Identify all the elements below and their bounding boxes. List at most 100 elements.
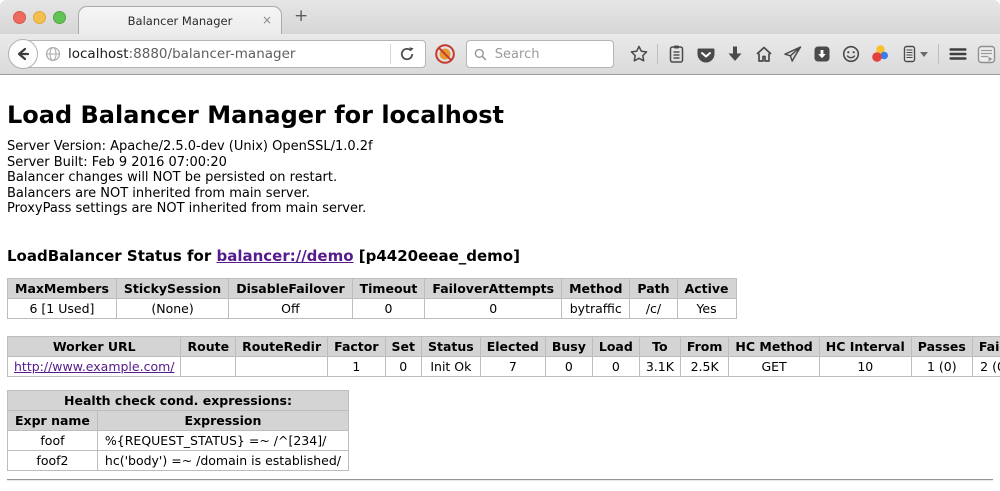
cell-expression: %{REQUEST_STATUS} =~ /^[234]/ (97, 430, 348, 450)
column-header: Active (677, 278, 736, 298)
title-bar: Balancer Manager × + (0, 0, 1000, 34)
balancer-status-heading: LoadBalancer Status for balancer://demo … (7, 247, 993, 265)
balancer-demo-link[interactable]: balancer://demo (216, 247, 353, 265)
passwords-icon (901, 44, 918, 64)
cell-from: 2.5K (680, 356, 729, 376)
back-button[interactable] (8, 39, 38, 69)
pocket-icon (696, 45, 716, 64)
reload-icon (399, 46, 415, 62)
navigation-toolbar: localhost:8880/balancer-manager (0, 34, 1000, 75)
health-table-title: Health check cond. expressions: (8, 390, 349, 410)
worker-url-link[interactable]: http://www.example.com/ (14, 359, 174, 374)
inherit-note-line: Balancers are NOT inherited from main se… (7, 186, 993, 202)
pocket-button[interactable] (691, 39, 720, 69)
url-bar[interactable]: localhost:8880/balancer-manager (22, 40, 426, 68)
download-icon (725, 44, 745, 64)
column-header: Expr name (8, 410, 98, 430)
search-icon (474, 47, 487, 62)
zoom-window-button[interactable] (53, 11, 66, 24)
column-header: Expression (97, 410, 348, 430)
cell-failoverattempts: 0 (425, 298, 562, 318)
tab-groups-button[interactable] (972, 39, 1000, 69)
separator (7, 479, 993, 481)
table-header-row: Expr name Expression (8, 410, 349, 430)
feedback-smiley-button[interactable] (836, 39, 865, 69)
column-header: HC Method (729, 336, 819, 356)
table-row: http://www.example.com/ 1 0 Init Ok 7 0 … (8, 356, 1000, 376)
worker-status-table: Worker URL Route RouteRedir Factor Set S… (7, 336, 1000, 377)
persist-note-line: Balancer changes will NOT be persisted o… (7, 170, 993, 186)
cell-to: 3.1K (639, 356, 680, 376)
cell-route (181, 356, 236, 376)
search-input[interactable] (493, 46, 606, 63)
column-header: HC Interval (819, 336, 911, 356)
colored-dots-addon-button[interactable] (865, 39, 894, 69)
cell-elected: 7 (480, 356, 545, 376)
url-path: :8880/balancer-manager (129, 46, 296, 62)
home-icon (754, 44, 774, 64)
url-text[interactable]: localhost:8880/balancer-manager (68, 46, 295, 62)
new-tab-button[interactable]: + (294, 8, 308, 25)
table-row: foof %{REQUEST_STATUS} =~ /^[234]/ (8, 430, 349, 450)
toolbar-divider (938, 44, 939, 64)
column-header: Load (592, 336, 639, 356)
chevron-down-icon[interactable] (920, 52, 928, 57)
cell-expression: hc('body') =~ /domain is established/ (97, 450, 348, 470)
table-header-row: Worker URL Route RouteRedir Factor Set S… (8, 336, 1000, 356)
column-header: Passes (911, 336, 972, 356)
table-row: foof2 hc('body') =~ /domain is establish… (8, 450, 349, 470)
home-button[interactable] (749, 39, 778, 69)
bookmarks-menu-icon (667, 44, 686, 64)
cell-hc-method: GET (729, 356, 819, 376)
cell-stickysession: (None) (116, 298, 228, 318)
addon-square-download-button[interactable] (807, 39, 836, 69)
server-version-line: Server Version: Apache/2.5.0-dev (Unix) … (7, 139, 993, 155)
cell-routeredir (236, 356, 328, 376)
urlbar-divider (390, 44, 391, 64)
browser-window: Balancer Manager × + localhost:8880/bala… (0, 0, 1000, 491)
column-header: Elected (480, 336, 545, 356)
column-header: Set (385, 336, 421, 356)
passwords-addon-button[interactable] (894, 39, 934, 69)
balancer-settings-table: MaxMembers StickySession DisableFailover… (7, 278, 737, 319)
column-header: To (639, 336, 680, 356)
search-bar[interactable] (466, 40, 614, 68)
column-header: From (680, 336, 729, 356)
cell-hc-interval: 10 (819, 356, 911, 376)
cell-busy: 0 (545, 356, 592, 376)
column-header: FailoverAttempts (425, 278, 562, 298)
cell-method: bytraffic (562, 298, 630, 318)
toolbar-divider (657, 44, 658, 64)
close-window-button[interactable] (13, 11, 26, 24)
column-header: Fails (972, 336, 1000, 356)
tab-balancer-manager[interactable]: Balancer Manager × (78, 6, 282, 34)
feedback-smiley-icon (841, 44, 861, 64)
send-page-button[interactable] (778, 39, 807, 69)
heading-prefix: LoadBalancer Status for (7, 247, 216, 265)
column-header: RouteRedir (236, 336, 328, 356)
downloads-button[interactable] (720, 39, 749, 69)
url-domain: localhost (68, 46, 129, 62)
cell-status: Init Ok (422, 356, 481, 376)
reload-button[interactable] (393, 41, 421, 67)
toolbar-icons (624, 39, 1000, 69)
cell-fails: 2 (0) (972, 356, 1000, 376)
cell-expr-name: foof2 (8, 450, 98, 470)
table-header-row: MaxMembers StickySession DisableFailover… (8, 278, 737, 298)
bookmark-star-button[interactable] (624, 39, 653, 69)
bookmarks-menu-button[interactable] (662, 39, 691, 69)
window-controls (13, 11, 66, 24)
cell-passes: 1 (0) (911, 356, 972, 376)
minimize-window-button[interactable] (33, 11, 46, 24)
table-title-row: Health check cond. expressions: (8, 390, 349, 410)
tab-close-icon[interactable]: × (262, 14, 272, 26)
server-built-line: Server Built: Feb 9 2016 07:00:20 (7, 155, 993, 171)
cell-maxmembers: 6 [1 Used] (8, 298, 117, 318)
column-header: Busy (545, 336, 592, 356)
column-header: StickySession (116, 278, 228, 298)
plugin-blocked-button[interactable] (434, 43, 456, 65)
page-title: Load Balancer Manager for localhost (7, 101, 993, 129)
table-row: 6 [1 Used] (None) Off 0 0 bytraffic /c/ … (8, 298, 737, 318)
menu-button[interactable] (943, 39, 972, 69)
column-header: Route (181, 336, 236, 356)
